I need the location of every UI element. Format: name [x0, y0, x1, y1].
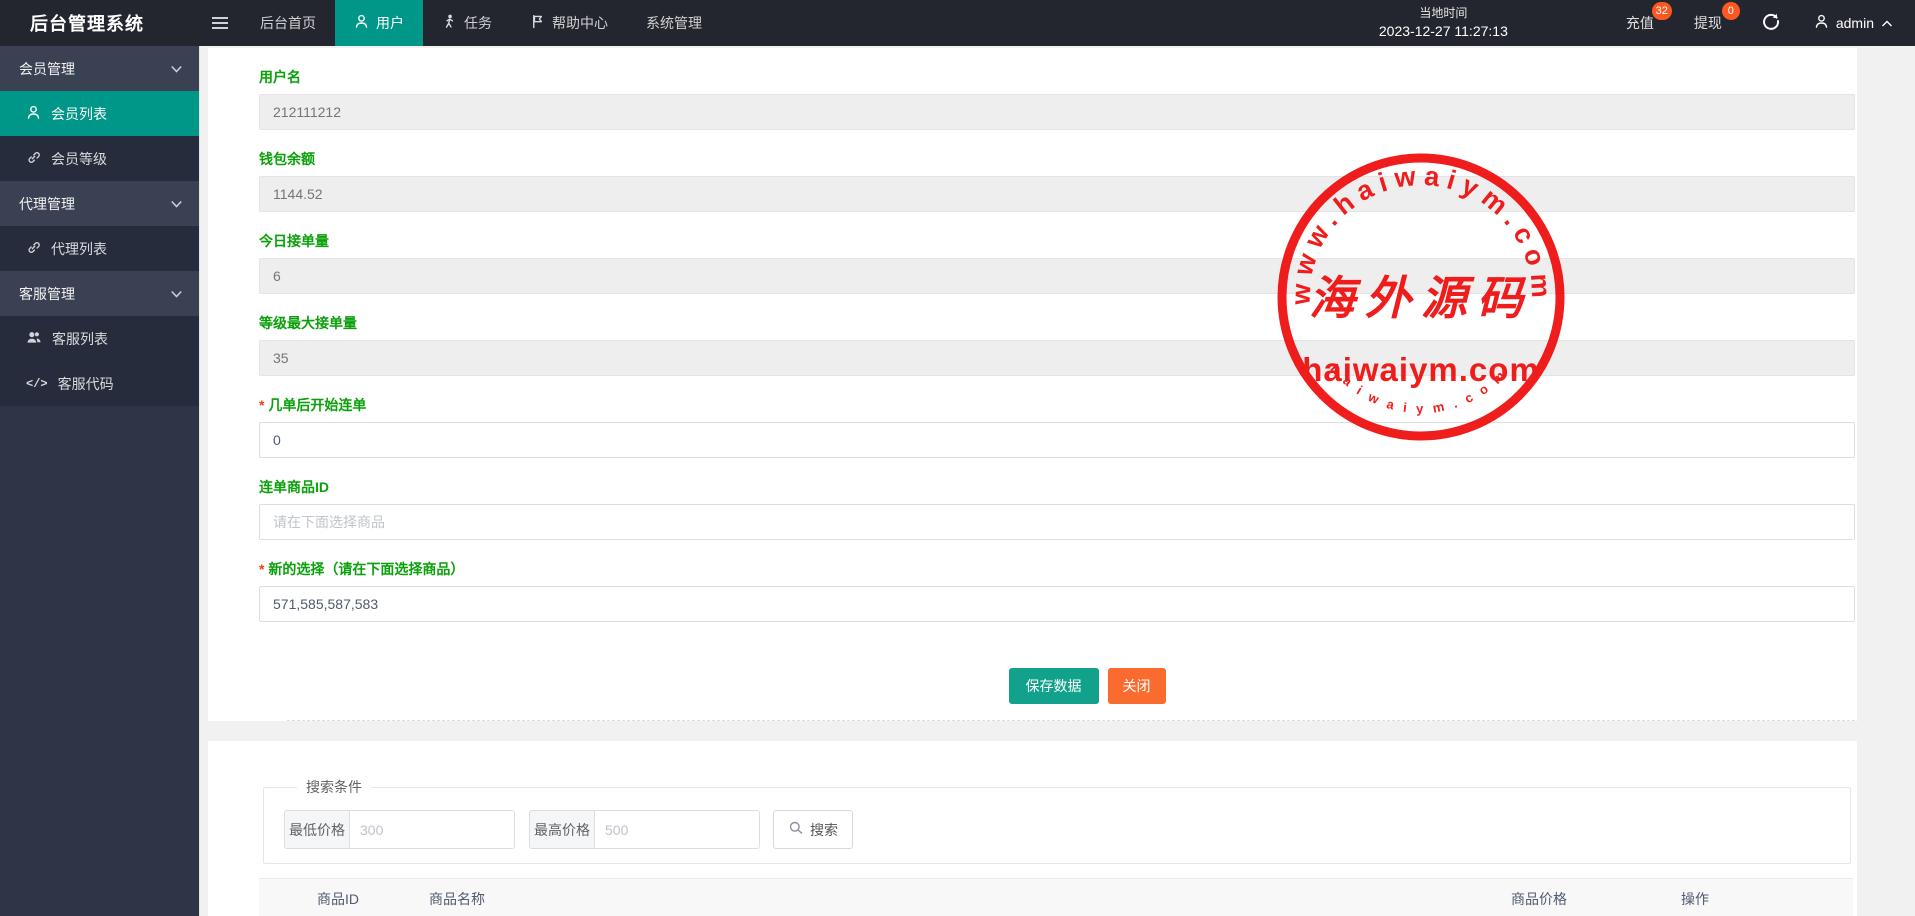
- app-title: 后台管理系统: [0, 0, 199, 46]
- new-selection-input[interactable]: [259, 586, 1855, 622]
- field-label: 几单后开始连单: [259, 395, 1855, 415]
- sidebar-item-agent-list[interactable]: 代理列表: [0, 226, 199, 271]
- local-time-label: 当地时间: [1379, 5, 1508, 22]
- field-label: 用户名: [259, 67, 1855, 87]
- username: admin: [1836, 15, 1874, 31]
- field-label: 连单商品ID: [259, 477, 1855, 497]
- hamburger-icon: [212, 14, 228, 32]
- tab-users[interactable]: 用户: [335, 0, 423, 46]
- sidebar-collapse-button[interactable]: [199, 0, 241, 46]
- people-icon: [26, 330, 42, 348]
- recharge-badge: 32: [1652, 2, 1672, 20]
- search-icon: [788, 820, 804, 839]
- walking-person-icon: [442, 14, 457, 32]
- person-icon: [354, 14, 369, 32]
- field-new-selection: 新的选择（请在下面选择商品）: [259, 559, 1855, 622]
- user-menu[interactable]: admin: [1814, 14, 1915, 32]
- link-icon: [26, 150, 41, 168]
- refresh-button[interactable]: [1762, 12, 1780, 35]
- field-label: 钱包余额: [259, 149, 1855, 169]
- chevron-down-icon: [170, 289, 183, 299]
- username-input[interactable]: [259, 94, 1855, 130]
- search-row: 最低价格 最高价格 搜索: [284, 810, 1850, 849]
- col-actions: 操作: [1673, 879, 1853, 916]
- save-button[interactable]: 保存数据: [1009, 668, 1099, 704]
- local-time: 当地时间 2023-12-27 11:27:13: [1379, 5, 1508, 41]
- search-fieldset: 搜索条件 最低价格 最高价格 搜索: [263, 777, 1851, 864]
- max-price-group: 最高价格: [529, 810, 760, 849]
- recharge-button[interactable]: 充值 32: [1626, 13, 1654, 33]
- max-price-label: 最高价格: [529, 810, 594, 849]
- link-icon: [26, 240, 41, 258]
- search-button[interactable]: 搜索: [773, 810, 853, 849]
- sidebar-item-service-code[interactable]: </> 客服代码: [0, 361, 199, 406]
- user-icon: [1814, 14, 1829, 32]
- withdraw-badge: 0: [1722, 2, 1740, 20]
- withdraw-button[interactable]: 提现 0: [1694, 13, 1722, 33]
- field-today-orders: 今日接单量: [259, 231, 1855, 294]
- field-max-orders: 等级最大接单量: [259, 313, 1855, 376]
- product-select-card: 搜索条件 最低价格 最高价格 搜索: [208, 741, 1857, 916]
- field-username: 用户名: [259, 67, 1855, 130]
- sidebar-item-member-list[interactable]: 会员列表: [0, 91, 199, 136]
- edit-form-card: 用户名 钱包余额 今日接单量 等级最大接单量 几单后开始连单 连单商品ID: [208, 48, 1857, 721]
- field-wallet-balance: 钱包余额: [259, 149, 1855, 212]
- admin-app: 后台管理系统 后台首页 用户 任务: [0, 0, 1915, 916]
- tab-tasks[interactable]: 任务: [423, 0, 511, 46]
- close-button[interactable]: 关闭: [1108, 668, 1166, 704]
- min-price-input[interactable]: [349, 810, 515, 849]
- person-icon: [26, 105, 41, 123]
- topbar: 后台管理系统 后台首页 用户 任务: [0, 0, 1915, 46]
- max-orders-input[interactable]: [259, 340, 1855, 376]
- tab-system-management[interactable]: 系统管理: [627, 0, 721, 46]
- chevron-up-icon: [1881, 15, 1893, 31]
- select-all-header: [259, 879, 309, 916]
- col-product-price: 商品价格: [1503, 879, 1673, 916]
- wallet-balance-input[interactable]: [259, 176, 1855, 212]
- code-icon: </>: [26, 377, 48, 391]
- orders-before-combo-input[interactable]: [259, 422, 1855, 458]
- sidebar-group-service-management[interactable]: 客服管理: [0, 271, 199, 316]
- tab-help-center[interactable]: 帮助中心: [511, 0, 627, 46]
- top-nav: 后台首页 用户 任务 帮助中心 系统管理: [241, 0, 721, 46]
- tab-home[interactable]: 后台首页: [241, 0, 335, 46]
- sidebar-item-member-level[interactable]: 会员等级: [0, 136, 199, 181]
- sidebar-item-service-list[interactable]: 客服列表: [0, 316, 199, 361]
- sidebar-group-agent-management[interactable]: 代理管理: [0, 181, 199, 226]
- sidebar: 会员管理 会员列表 会员等级 代理管理 代: [0, 46, 199, 916]
- form-actions: 保存数据 关闭: [319, 668, 1855, 704]
- refresh-icon: [1762, 12, 1780, 35]
- max-price-input[interactable]: [594, 810, 760, 849]
- field-label: 今日接单量: [259, 231, 1855, 251]
- chevron-down-icon: [170, 199, 183, 209]
- field-orders-before-combo: 几单后开始连单: [259, 395, 1855, 458]
- col-product-name: 商品名称: [421, 879, 1503, 916]
- main-content: 用户名 钱包余额 今日接单量 等级最大接单量 几单后开始连单 连单商品ID: [199, 46, 1915, 916]
- local-time-value: 2023-12-27 11:27:13: [1379, 22, 1508, 42]
- field-label: 新的选择（请在下面选择商品）: [259, 559, 1855, 579]
- sidebar-group-member-management[interactable]: 会员管理: [0, 46, 199, 91]
- min-price-group: 最低价格: [284, 810, 515, 849]
- flag-icon: [530, 14, 545, 32]
- chevron-down-icon: [170, 64, 183, 74]
- card-gap: [208, 721, 1857, 741]
- products-table: 商品ID 商品名称 商品价格 操作 571 Asahi: [259, 878, 1853, 916]
- min-price-label: 最低价格: [284, 810, 349, 849]
- combo-product-id-input[interactable]: [259, 504, 1855, 540]
- field-combo-product-id: 连单商品ID: [259, 477, 1855, 540]
- col-product-id: 商品ID: [309, 879, 421, 916]
- table-header-row: 商品ID 商品名称 商品价格 操作: [259, 879, 1853, 916]
- today-orders-input[interactable]: [259, 258, 1855, 294]
- search-legend: 搜索条件: [297, 777, 371, 797]
- topbar-right: 当地时间 2023-12-27 11:27:13 充值 32 提现 0 ad: [1379, 0, 1915, 46]
- field-label: 等级最大接单量: [259, 313, 1855, 333]
